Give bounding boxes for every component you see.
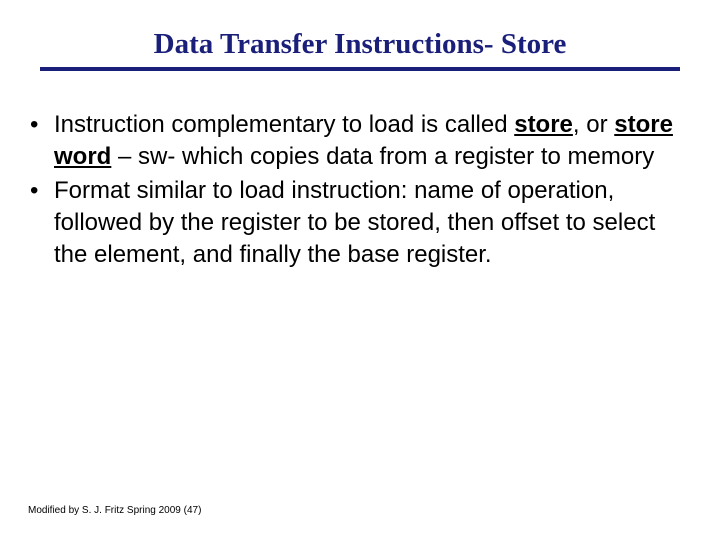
bullet-dot: •	[26, 109, 54, 141]
slide-title: Data Transfer Instructions- Store	[154, 28, 567, 61]
footer-text: Modified by S. J. Fritz Spring 2009 (47)	[28, 505, 201, 516]
bullet-text: Format similar to load instruction: name…	[54, 175, 690, 271]
bullet-text: Instruction complementary to load is cal…	[54, 109, 690, 173]
title-wrap: Data Transfer Instructions- Store	[24, 28, 696, 61]
slide: Data Transfer Instructions- Store • Inst…	[0, 0, 720, 540]
bullet-item: • Instruction complementary to load is c…	[26, 109, 690, 173]
bullet-dot: •	[26, 175, 54, 207]
title-underline	[40, 67, 680, 71]
bullet-item: • Format similar to load instruction: na…	[26, 175, 690, 271]
body: • Instruction complementary to load is c…	[24, 109, 696, 271]
